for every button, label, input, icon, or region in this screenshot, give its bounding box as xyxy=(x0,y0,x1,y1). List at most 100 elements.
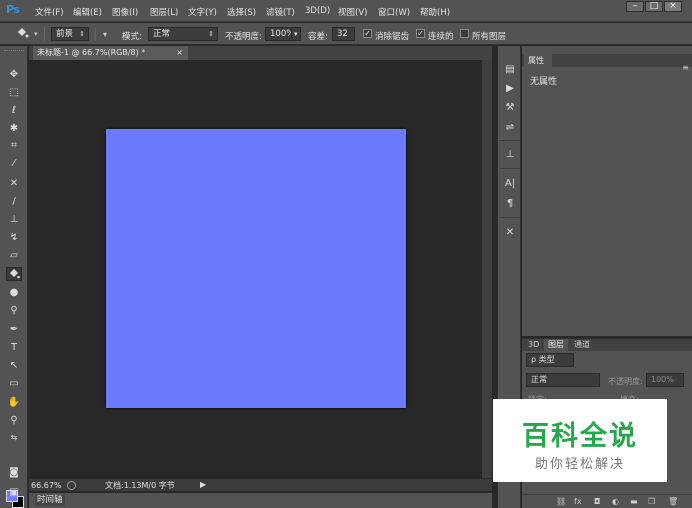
tab-3d[interactable]: 3D xyxy=(524,339,543,351)
menu-select[interactable]: 选择(S) xyxy=(227,6,256,18)
layer-opacity-label: 不透明度: xyxy=(608,377,643,386)
menu-image[interactable]: 图像(I) xyxy=(112,6,138,18)
lasso-tool-icon[interactable]: ℓ xyxy=(6,104,22,118)
properties-panel: 属性 ≡ 无属性 xyxy=(522,46,692,336)
document-tab[interactable]: 未标题-1 @ 66.7%(RGB/8) * × xyxy=(33,46,188,60)
close-window-button[interactable]: × xyxy=(664,1,682,12)
delete-layer-icon[interactable]: 🗑 xyxy=(668,497,678,506)
shape-tool-icon[interactable]: ▭ xyxy=(6,377,22,391)
tolerance-value: 32 xyxy=(337,29,348,39)
paragraph-panel-icon[interactable]: ¶ xyxy=(502,197,518,211)
dodge-tool-icon[interactable]: ⚲ xyxy=(6,304,22,318)
menu-file[interactable]: 文件(F) xyxy=(35,6,64,18)
status-icon[interactable] xyxy=(67,481,76,490)
type-tool-icon[interactable]: T xyxy=(6,341,22,355)
quick-select-tool-icon[interactable]: ✱ xyxy=(6,122,22,136)
photoshop-logo: Ps xyxy=(6,3,20,16)
character-panel-icon[interactable]: A| xyxy=(502,177,518,191)
adjustment-layer-icon[interactable]: ◐ xyxy=(612,497,619,506)
adjustments-panel-icon[interactable]: ⇌ xyxy=(502,121,518,135)
actions-panel-icon[interactable]: ▶ xyxy=(502,82,518,96)
swap-colors-icon[interactable]: ⇆ xyxy=(6,431,22,445)
layers-bottom-bar: ⛓ fx ◘ ◐ ▬ ❐ 🗑 xyxy=(522,494,692,508)
screen-mode-icon[interactable]: ▣ xyxy=(6,486,22,500)
timeline-tab[interactable]: 时间轴 xyxy=(35,495,65,506)
close-tab-icon[interactable]: × xyxy=(176,46,183,60)
blur-tool-icon[interactable]: ● xyxy=(6,286,22,300)
pen-tool-icon[interactable]: ✒ xyxy=(6,323,22,337)
layer-opacity-input[interactable]: 100% xyxy=(646,373,684,387)
menu-3d[interactable]: 3D(D) xyxy=(305,6,330,16)
paint-bucket-tool-icon[interactable] xyxy=(6,267,22,281)
new-layer-icon[interactable]: ❐ xyxy=(648,497,655,506)
menu-help[interactable]: 帮助(H) xyxy=(420,6,450,18)
zoom-tool-icon[interactable]: ⚲ xyxy=(6,414,22,428)
fill-source-select[interactable]: 前景 ⇕ xyxy=(51,27,89,41)
layer-blend-mode-select[interactable]: 正常 xyxy=(526,373,600,387)
menu-layer[interactable]: 图层(L) xyxy=(150,6,178,18)
opacity-dropdown-button[interactable]: ▾ xyxy=(291,27,301,41)
maximize-button[interactable]: □ xyxy=(645,1,663,12)
properties-tab[interactable]: 属性 xyxy=(524,54,552,67)
panel-handle[interactable] xyxy=(4,46,24,51)
path-select-tool-icon[interactable]: ↖ xyxy=(6,359,22,373)
eraser-tool-icon[interactable]: ▱ xyxy=(6,249,22,263)
quick-mask-icon[interactable]: ◙ xyxy=(6,466,22,480)
divider xyxy=(500,168,520,169)
document-canvas[interactable] xyxy=(106,129,406,408)
crop-tool-icon[interactable]: ⌗ xyxy=(6,139,22,153)
eyedropper-tool-icon[interactable]: ⁄ xyxy=(6,157,22,171)
layer-opacity-value: 100% xyxy=(651,375,674,384)
new-group-icon[interactable]: ▬ xyxy=(630,497,638,506)
minimize-button[interactable]: – xyxy=(626,1,644,12)
history-brush-tool-icon[interactable]: ↯ xyxy=(6,231,22,245)
mode-value: 正常 xyxy=(153,29,171,39)
mode-select[interactable]: 正常 ⇕ xyxy=(148,27,218,41)
marquee-tool-icon[interactable]: ⬚ xyxy=(6,86,22,100)
tools-settings-icon[interactable]: ✕ xyxy=(502,226,518,240)
menu-window[interactable]: 窗口(W) xyxy=(378,6,410,18)
all-layers-checkbox[interactable] xyxy=(460,29,469,38)
hand-tool-icon[interactable]: ✋ xyxy=(6,396,22,410)
mode-label: 模式: xyxy=(122,32,142,42)
layer-filter-select[interactable]: ρ 类型 xyxy=(526,353,574,367)
zoom-level[interactable]: 66.67% xyxy=(31,480,63,491)
brush-tool-icon[interactable]: / xyxy=(6,195,22,209)
properties-tab-row: 属性 ≡ xyxy=(522,54,692,72)
add-mask-icon[interactable]: ◘ xyxy=(594,497,600,506)
antialias-checkbox[interactable]: ✓ xyxy=(363,29,372,38)
link-layers-icon[interactable]: ⛓ xyxy=(556,497,566,506)
menu-view[interactable]: 视图(V) xyxy=(338,6,367,18)
panel-menu-icon[interactable]: ≡ xyxy=(682,63,689,72)
clone-source-icon[interactable]: ⊥ xyxy=(502,148,518,162)
opacity-input[interactable]: 100% xyxy=(265,27,294,41)
clone-stamp-tool-icon[interactable]: ⊥ xyxy=(6,213,22,227)
divider xyxy=(500,140,520,141)
tab-layers[interactable]: 图层 xyxy=(544,339,568,351)
layer-filter-value: ρ 类型 xyxy=(531,355,555,364)
vertical-scrollbar[interactable] xyxy=(482,60,492,478)
chevron-down-icon: ⇕ xyxy=(79,30,85,38)
pattern-dropdown-icon[interactable]: ▾ xyxy=(103,30,107,39)
tool-presets-icon[interactable]: ⚒ xyxy=(502,101,518,115)
move-tool-icon[interactable]: ✥ xyxy=(6,68,22,82)
status-menu-arrow-icon[interactable]: ▶ xyxy=(200,480,206,489)
layer-style-icon[interactable]: fx xyxy=(574,497,582,506)
antialias-label: 消除锯齿 xyxy=(375,32,410,42)
menu-type[interactable]: 文字(Y) xyxy=(188,6,217,18)
tab-channels[interactable]: 通道 xyxy=(570,339,594,351)
status-bar: 66.67% 文档:1.13M/0 字节 ▶ xyxy=(29,478,492,491)
canvas-area[interactable] xyxy=(29,60,482,478)
menu-filter[interactable]: 滤镜(T) xyxy=(266,6,295,18)
tolerance-input[interactable]: 32 xyxy=(332,27,355,41)
watermark-subtitle: 助你轻松解决 xyxy=(534,457,625,472)
layers-tab-row: 3D 图层 通道 xyxy=(522,339,692,351)
chevron-down-icon: ▾ xyxy=(294,30,298,38)
contiguous-checkbox[interactable]: ✓ xyxy=(416,29,425,38)
preset-dropdown-icon[interactable]: ▾ xyxy=(34,30,38,38)
healing-brush-tool-icon[interactable]: ✕ xyxy=(6,177,22,191)
paint-bucket-preset-icon[interactable] xyxy=(14,27,30,41)
menu-edit[interactable]: 编辑(E) xyxy=(73,6,102,18)
menu-bar: Ps 文件(F) 编辑(E) 图像(I) 图层(L) 文字(Y) 选择(S) 滤… xyxy=(0,0,692,22)
history-panel-icon[interactable]: ▤ xyxy=(502,63,518,77)
